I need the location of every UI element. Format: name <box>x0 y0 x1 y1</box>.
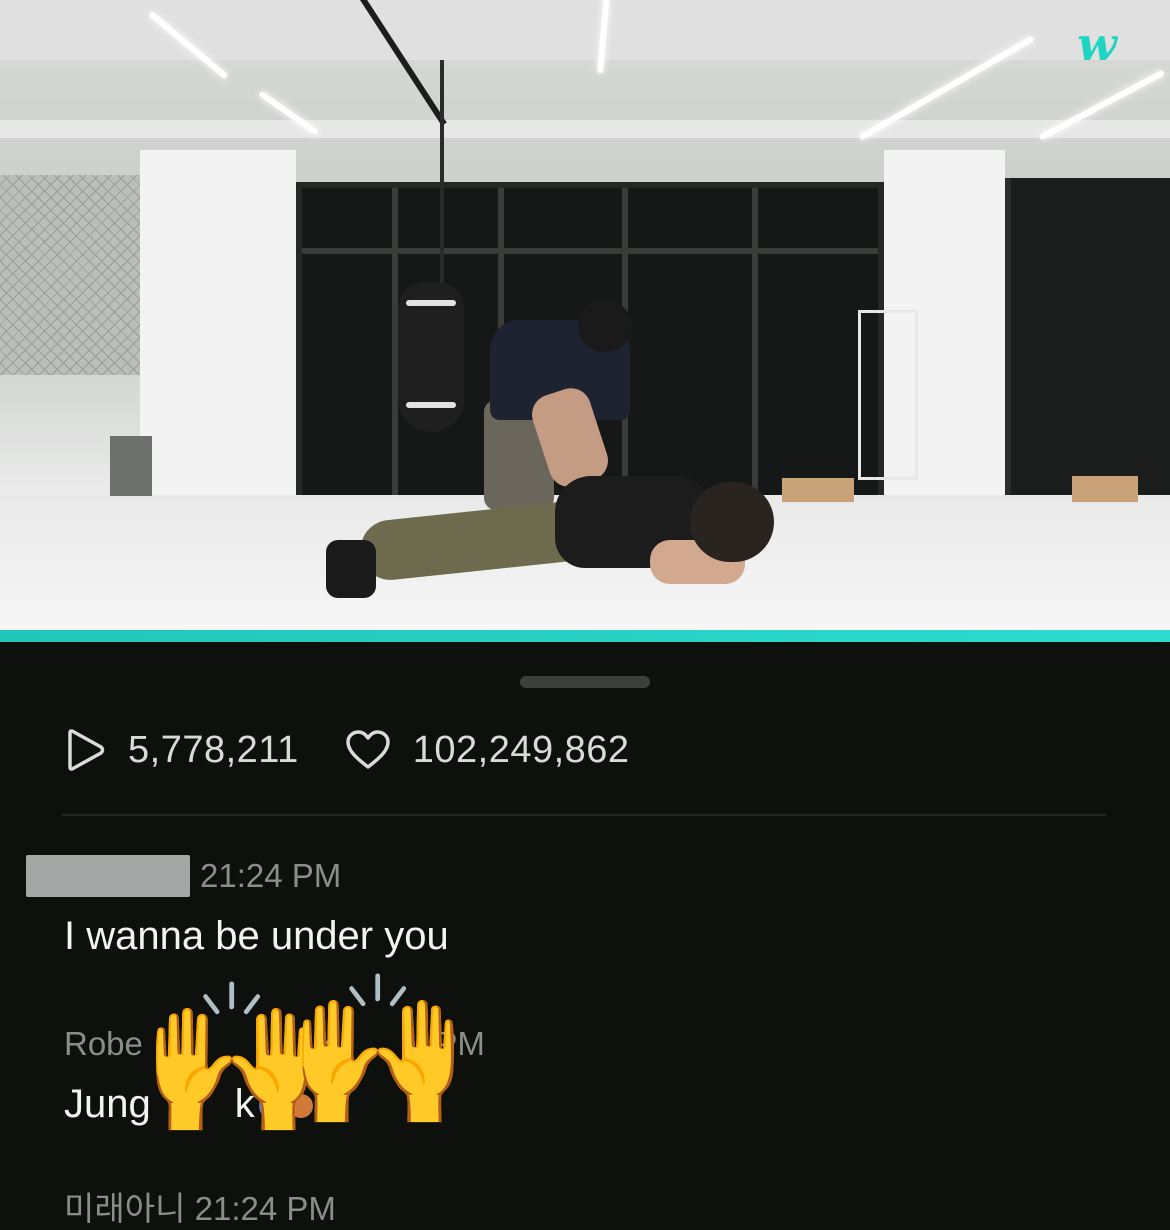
like-count[interactable]: 102,249,862 <box>345 729 630 772</box>
bag-stripe <box>406 300 456 306</box>
ceiling-beam <box>0 120 1170 138</box>
bag-chain <box>440 60 444 285</box>
comment-text: I wanna be under you <box>64 914 449 958</box>
play-count: 5,778,211 <box>64 728 299 772</box>
comment-item[interactable]: 21:24 PM I wanna be under you <box>26 852 449 959</box>
video-progress-bar[interactable] <box>0 630 1170 642</box>
play-count-value: 5,778,211 <box>128 728 299 771</box>
divider <box>62 814 1106 816</box>
raised-hand-emoji-icon: 🙌 <box>286 969 471 1134</box>
play-icon <box>68 729 105 771</box>
heart-icon[interactable] <box>345 730 391 770</box>
drag-handle[interactable] <box>520 676 650 688</box>
weverse-logo[interactable]: w <box>1052 18 1140 70</box>
wire-fence <box>0 175 140 375</box>
stats-row: 5,778,211 102,249,862 <box>64 724 676 776</box>
window-frame <box>752 188 758 496</box>
wall <box>140 150 296 500</box>
like-count-value: 102,249,862 <box>412 728 630 771</box>
box <box>1072 476 1138 502</box>
comment-text-head: Jung <box>64 1082 151 1126</box>
comment-time: 21:24 PM <box>200 857 342 894</box>
window <box>1005 178 1170 508</box>
window-frame <box>302 248 878 254</box>
comment-author: Robe <box>64 1025 143 1062</box>
next-comment-partial: 미래아니 21:24 PM <box>64 1190 336 1227</box>
trainer <box>578 300 632 352</box>
person-plank <box>690 482 774 562</box>
mat <box>110 436 152 496</box>
box <box>782 478 854 502</box>
video-player[interactable]: w <box>0 0 1170 630</box>
bag-stripe <box>406 402 456 408</box>
comment-meta: 21:24 PM <box>26 852 449 900</box>
punching-bag <box>398 282 464 432</box>
shelf <box>858 310 918 480</box>
redacted-username <box>26 855 190 897</box>
person-plank <box>326 540 376 598</box>
